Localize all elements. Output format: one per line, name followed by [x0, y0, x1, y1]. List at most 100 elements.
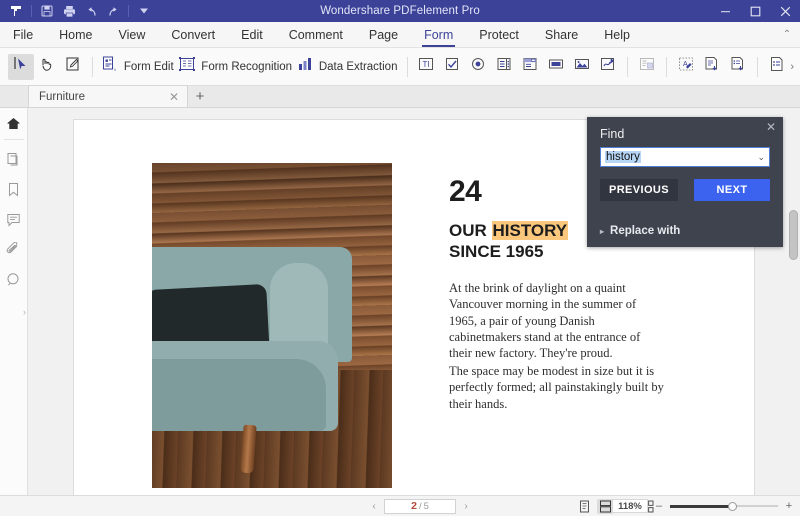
document-tab-furniture[interactable]: Furniture ✕: [28, 85, 188, 107]
form-fields-list-icon: [768, 55, 786, 78]
heading-prefix: OUR: [449, 221, 492, 240]
menu-item-comment[interactable]: Comment: [276, 22, 356, 47]
next-button[interactable]: NEXT: [694, 179, 770, 201]
title-bar: Wondershare PDFelement Pro: [0, 0, 800, 22]
zoom-level-value[interactable]: 118%: [612, 499, 648, 513]
application-window: Wondershare PDFelement Pro File Home Vie…: [0, 0, 800, 516]
data-extraction-button[interactable]: Data Extraction: [295, 54, 401, 80]
menu-item-help[interactable]: Help: [591, 22, 643, 47]
text-field-icon: TI: [417, 55, 435, 78]
chevron-down-icon[interactable]: ⌄: [757, 152, 765, 163]
zoom-slider-handle[interactable]: [728, 501, 737, 511]
menu-item-home[interactable]: Home: [46, 22, 105, 47]
menu-item-form[interactable]: Form: [411, 22, 466, 47]
check-box-icon: [443, 55, 461, 78]
menu-item-convert[interactable]: Convert: [158, 22, 228, 47]
form-edit-icon: [101, 55, 119, 78]
view-mode-single-page[interactable]: [576, 499, 593, 514]
image-field-button[interactable]: [569, 54, 595, 80]
chevron-right-icon: ▸: [600, 226, 605, 236]
previous-button[interactable]: PREVIOUS: [600, 179, 678, 201]
total-pages-value: 5: [423, 500, 429, 512]
pencil-page-icon: [65, 56, 81, 77]
form-edit-button[interactable]: Form Edit: [99, 54, 178, 80]
quick-access-toolbar: [0, 2, 154, 20]
form-properties-icon: [638, 55, 656, 78]
check-box-button[interactable]: [439, 54, 465, 80]
page-number-input[interactable]: 2 / 5: [384, 498, 456, 514]
document-viewport[interactable]: 24 OUR HISTORY SINCE 1965 At the brink o…: [28, 108, 800, 495]
save-icon[interactable]: [37, 2, 57, 20]
form-recognition-icon: [178, 55, 196, 78]
hand-tool[interactable]: [34, 54, 60, 80]
close-button[interactable]: [770, 0, 800, 22]
zoom-out-button[interactable]: –: [654, 500, 664, 512]
form-recognition-button[interactable]: Form Recognition: [178, 54, 295, 80]
sidebar-item-home[interactable]: [0, 108, 28, 138]
print-icon[interactable]: [59, 2, 79, 20]
push-button-button[interactable]: [543, 54, 569, 80]
minimize-button[interactable]: [710, 0, 740, 22]
signature-field-button[interactable]: [595, 54, 621, 80]
sidebar-item-comments[interactable]: [0, 204, 28, 234]
cursor-arrow-icon: [13, 56, 29, 77]
maximize-button[interactable]: [740, 0, 770, 22]
clear-form-button[interactable]: A: [673, 54, 699, 80]
sidebar-item-thumbnails[interactable]: [0, 144, 28, 174]
form-edit-label: Form Edit: [123, 60, 174, 73]
expand-sidebar-icon[interactable]: ›: [23, 307, 26, 317]
app-logo-icon[interactable]: [6, 2, 26, 20]
undo-icon[interactable]: [81, 2, 101, 20]
current-page-value: 2: [411, 500, 417, 512]
sidebar-item-search[interactable]: [0, 264, 28, 294]
radio-button-button[interactable]: [465, 54, 491, 80]
menu-item-file[interactable]: File: [0, 22, 46, 47]
divider: [627, 56, 629, 77]
form-fields-list-button[interactable]: [764, 54, 790, 80]
ribbon-overflow-icon[interactable]: ›: [790, 61, 800, 73]
page-heading: OUR HISTORY SINCE 1965: [449, 220, 569, 262]
import-data-button[interactable]: [699, 54, 725, 80]
image-field-icon: [573, 55, 591, 78]
sidebar-item-bookmarks[interactable]: [0, 174, 28, 204]
menu-item-view[interactable]: View: [106, 22, 159, 47]
menu-item-protect[interactable]: Protect: [466, 22, 532, 47]
find-search-input[interactable]: history ⌄: [600, 147, 770, 167]
sofa-photo: [152, 163, 392, 488]
left-sidebar: ›: [0, 108, 28, 495]
document-tab-strip: Furniture ✕ +: [0, 85, 800, 108]
find-search-value: history: [605, 151, 641, 163]
select-tool[interactable]: [8, 53, 34, 80]
export-data-icon: [729, 55, 747, 78]
new-tab-button[interactable]: +: [188, 85, 212, 107]
combo-box-button[interactable]: [491, 54, 517, 80]
next-page-button[interactable]: ›: [458, 501, 474, 512]
redo-icon[interactable]: [103, 2, 123, 20]
replace-with-toggle[interactable]: ▸ Replace with: [600, 225, 680, 237]
divider: [666, 56, 668, 77]
export-data-button[interactable]: [725, 54, 751, 80]
menu-item-share[interactable]: Share: [532, 22, 591, 47]
divider: [406, 56, 408, 77]
text-field-button[interactable]: TI: [413, 54, 439, 80]
previous-page-button[interactable]: ‹: [366, 501, 382, 512]
form-properties-button[interactable]: [634, 54, 660, 80]
document-scrollbar[interactable]: [789, 114, 798, 491]
collapse-ribbon-icon[interactable]: ⌃: [774, 22, 800, 47]
close-icon[interactable]: ✕: [766, 120, 776, 134]
list-box-button[interactable]: [517, 54, 543, 80]
sidebar-item-attachments[interactable]: [0, 234, 28, 264]
menu-item-edit[interactable]: Edit: [228, 22, 276, 47]
zoom-slider[interactable]: [670, 500, 778, 512]
customize-quick-access-icon[interactable]: [134, 2, 154, 20]
close-tab-icon[interactable]: ✕: [169, 90, 179, 104]
divider: [92, 56, 93, 77]
page-number-heading: 24: [449, 175, 482, 208]
scrollbar-thumb[interactable]: [789, 210, 798, 260]
zoom-in-button[interactable]: +: [784, 500, 794, 512]
edit-tool[interactable]: [60, 54, 86, 80]
form-recognition-label: Form Recognition: [201, 60, 293, 73]
signature-field-icon: [599, 55, 617, 78]
menu-item-page[interactable]: Page: [356, 22, 411, 47]
combo-box-icon: [495, 55, 513, 78]
